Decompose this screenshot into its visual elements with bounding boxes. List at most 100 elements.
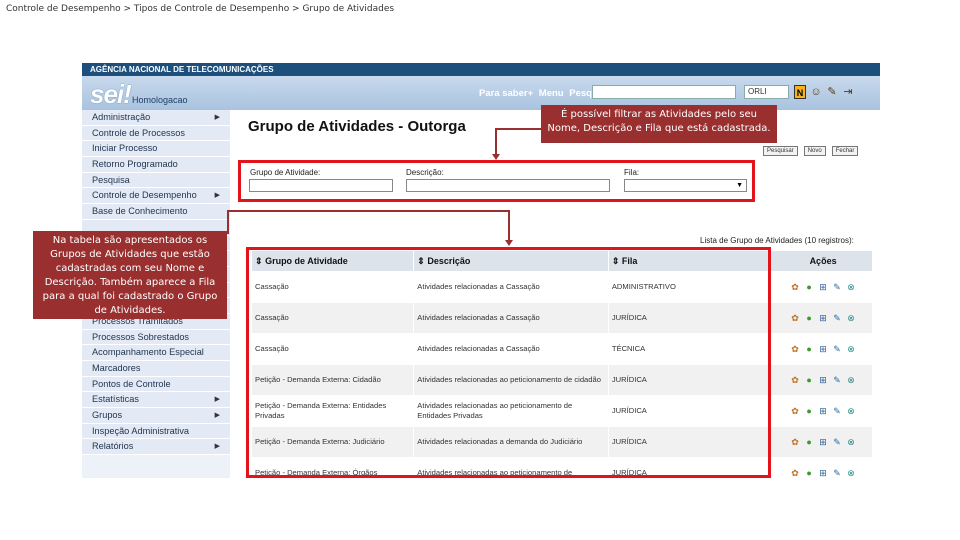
sidebar-item[interactable]: Retorno Programado bbox=[82, 157, 230, 173]
unit-select[interactable]: ORLI bbox=[744, 85, 789, 99]
row-actions: ✿ ● ⊞ ✎ ⊗ bbox=[774, 437, 872, 447]
sidebar-item[interactable]: Administração ▶ bbox=[82, 110, 230, 126]
filter-callout: É possível filtrar as Atividades pelo se… bbox=[541, 105, 777, 143]
cell-acoes: ✿ ● ⊞ ✎ ⊗ bbox=[771, 303, 872, 333]
excluir-icon[interactable]: ⊗ bbox=[846, 437, 856, 447]
excluir-icon[interactable]: ⊗ bbox=[846, 282, 856, 292]
sidebar-item[interactable]: Acompanhamento Especial bbox=[82, 345, 230, 361]
editar-icon[interactable]: ✎ bbox=[832, 406, 842, 416]
editar-icon[interactable]: ✎ bbox=[832, 375, 842, 385]
chevron-right-icon: ▶ bbox=[214, 396, 220, 404]
sidebar-item-label: Pontos de Controle bbox=[92, 378, 171, 389]
table-callout: Na tabela são apresentados os Grupos de … bbox=[33, 231, 227, 319]
sidebar-item[interactable]: Pontos de Controle bbox=[82, 376, 230, 393]
cell-acoes: ✿ ● ⊞ ✎ ⊗ bbox=[771, 427, 872, 457]
desativar-icon[interactable]: ⊞ bbox=[818, 282, 828, 292]
consultar-icon[interactable]: ✿ bbox=[790, 406, 800, 416]
sidebar-item[interactable]: Processos Sobrestados bbox=[82, 329, 230, 346]
alterar-icon[interactable]: ● bbox=[804, 437, 814, 447]
desativar-icon[interactable]: ⊞ bbox=[818, 375, 828, 385]
sidebar-item-label: Processos Sobrestados bbox=[92, 331, 190, 342]
editar-icon[interactable]: ✎ bbox=[832, 313, 842, 323]
alterar-icon[interactable]: ● bbox=[804, 406, 814, 416]
breadcrumb: Controle de Desempenho > Tipos de Contro… bbox=[6, 4, 395, 14]
table-highlight-box bbox=[246, 247, 771, 478]
consultar-icon[interactable]: ✿ bbox=[790, 468, 800, 478]
header-icons: N ☺ ✎ ⇥ bbox=[794, 85, 854, 99]
alterar-icon[interactable]: ● bbox=[804, 282, 814, 292]
filter-arrow-h bbox=[495, 128, 541, 130]
editar-icon[interactable]: ✎ bbox=[832, 282, 842, 292]
alterar-icon[interactable]: ● bbox=[804, 375, 814, 385]
row-actions: ✿ ● ⊞ ✎ ⊗ bbox=[774, 406, 872, 416]
cell-acoes: ✿ ● ⊞ ✎ ⊗ bbox=[771, 272, 872, 302]
sidebar-item[interactable]: Marcadores bbox=[82, 361, 230, 377]
tools-icon[interactable]: ✎ bbox=[826, 85, 838, 99]
sidebar-item-label: Relatórios bbox=[92, 441, 134, 452]
pesquisar-button[interactable]: Pesquisar bbox=[763, 146, 798, 156]
filter-arrowhead bbox=[492, 154, 500, 160]
filter-highlight-box bbox=[238, 160, 755, 202]
table-arrow-h bbox=[227, 210, 510, 212]
consultar-icon[interactable]: ✿ bbox=[790, 344, 800, 354]
desativar-icon[interactable]: ⊞ bbox=[818, 468, 828, 478]
user-icon[interactable]: ☺ bbox=[810, 85, 822, 99]
sidebar-item-label: Retorno Programado bbox=[92, 159, 178, 170]
n-badge-icon[interactable]: N bbox=[794, 85, 806, 99]
sidebar-item[interactable]: Controle de Processos bbox=[82, 125, 230, 142]
cell-acoes: ✿ ● ⊞ ✎ ⊗ bbox=[771, 365, 872, 395]
agency-banner: AGÊNCIA NACIONAL DE TELECOMUNICAÇÕES bbox=[82, 63, 880, 76]
menu-menu[interactable]: Menu bbox=[539, 88, 564, 99]
excluir-icon[interactable]: ⊗ bbox=[846, 313, 856, 323]
consultar-icon[interactable]: ✿ bbox=[790, 282, 800, 292]
alterar-icon[interactable]: ● bbox=[804, 344, 814, 354]
sidebar-item[interactable]: Inspeção Administrativa bbox=[82, 423, 230, 440]
fechar-button[interactable]: Fechar bbox=[831, 146, 859, 156]
sidebar-item-label: Acompanhamento Especial bbox=[92, 347, 204, 358]
alterar-icon[interactable]: ● bbox=[804, 468, 814, 478]
excluir-icon[interactable]: ⊗ bbox=[846, 406, 856, 416]
exit-icon[interactable]: ⇥ bbox=[842, 85, 854, 99]
menu-para-saber[interactable]: Para saber+ bbox=[479, 88, 533, 99]
sidebar-item[interactable]: Iniciar Processo bbox=[82, 141, 230, 158]
table-arrow-stem bbox=[227, 210, 229, 234]
cell-acoes: ✿ ● ⊞ ✎ ⊗ bbox=[771, 334, 872, 364]
table-arrow-v bbox=[508, 210, 510, 240]
editar-icon[interactable]: ✎ bbox=[832, 437, 842, 447]
sidebar-item[interactable]: Base de Conhecimento bbox=[82, 204, 230, 220]
sidebar-item[interactable]: Pesquisa bbox=[82, 172, 230, 189]
excluir-icon[interactable]: ⊗ bbox=[846, 344, 856, 354]
row-actions: ✿ ● ⊞ ✎ ⊗ bbox=[774, 313, 872, 323]
desativar-icon[interactable]: ⊞ bbox=[818, 313, 828, 323]
excluir-icon[interactable]: ⊗ bbox=[846, 468, 856, 478]
environment-label: Homologacao bbox=[132, 95, 188, 105]
editar-icon[interactable]: ✎ bbox=[832, 344, 842, 354]
sidebar-item[interactable]: Estatísticas ▶ bbox=[82, 392, 230, 409]
consultar-icon[interactable]: ✿ bbox=[790, 375, 800, 385]
sidebar-item-label: Iniciar Processo bbox=[92, 143, 158, 154]
novo-button[interactable]: Novo bbox=[803, 146, 826, 156]
sidebar-item-label: Grupos bbox=[92, 410, 123, 421]
sei-logo[interactable]: sei! bbox=[90, 79, 132, 110]
table-caption: Lista de Grupo de Atividades (10 registr… bbox=[700, 236, 854, 245]
sidebar-item-label: Base de Conhecimento bbox=[92, 206, 188, 217]
sidebar-item[interactable]: Relatórios ▶ bbox=[82, 439, 230, 456]
chevron-right-icon: ▶ bbox=[214, 192, 220, 200]
sidebar-item-label: Inspeção Administrativa bbox=[92, 425, 190, 436]
desativar-icon[interactable]: ⊞ bbox=[818, 437, 828, 447]
sidebar-item[interactable]: Controle de Desempenho ▶ bbox=[82, 188, 230, 205]
alterar-icon[interactable]: ● bbox=[804, 313, 814, 323]
row-actions: ✿ ● ⊞ ✎ ⊗ bbox=[774, 282, 872, 292]
sidebar-item-label: Controle de Processos bbox=[92, 127, 185, 138]
sidebar-item-label: Administração bbox=[92, 112, 151, 122]
editar-icon[interactable]: ✎ bbox=[832, 468, 842, 478]
row-actions: ✿ ● ⊞ ✎ ⊗ bbox=[774, 375, 872, 385]
header-search-input[interactable] bbox=[592, 85, 736, 99]
consultar-icon[interactable]: ✿ bbox=[790, 437, 800, 447]
sidebar-item[interactable]: Grupos ▶ bbox=[82, 408, 230, 424]
desativar-icon[interactable]: ⊞ bbox=[818, 406, 828, 416]
excluir-icon[interactable]: ⊗ bbox=[846, 375, 856, 385]
row-actions: ✿ ● ⊞ ✎ ⊗ bbox=[774, 344, 872, 354]
consultar-icon[interactable]: ✿ bbox=[790, 313, 800, 323]
desativar-icon[interactable]: ⊞ bbox=[818, 344, 828, 354]
